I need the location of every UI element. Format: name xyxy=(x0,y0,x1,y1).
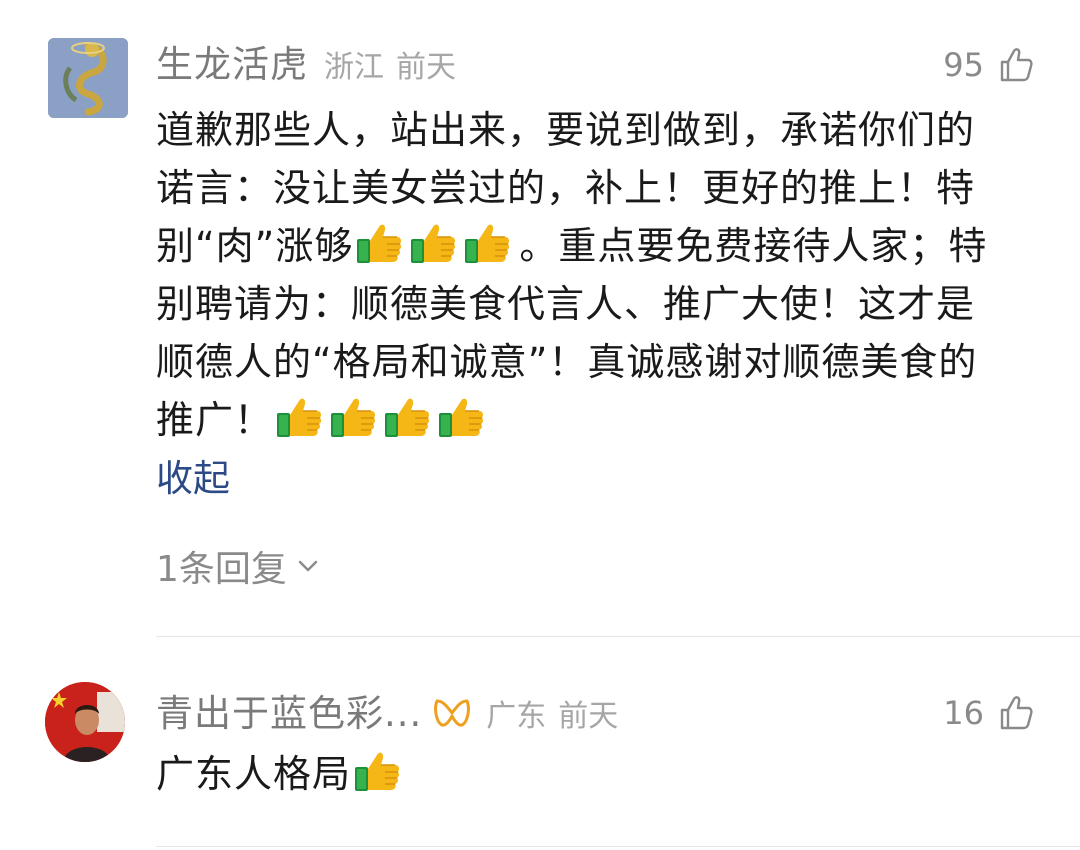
view-replies-button[interactable]: 1条回复 xyxy=(156,540,321,592)
avatar[interactable] xyxy=(45,682,125,762)
thumbs-up-emoji-icon xyxy=(437,395,485,439)
comment-line: 别“肉”涨够 。重点要免费接待人家；特 xyxy=(156,217,1036,275)
emoji-group xyxy=(353,749,407,793)
thumbs-up-emoji-icon xyxy=(275,395,323,439)
thumbs-up-outline-icon xyxy=(998,47,1034,83)
like-button[interactable]: 16 xyxy=(943,688,1034,738)
comment-header: 生龙活虎 浙江 前天 xyxy=(156,34,456,94)
divider xyxy=(156,636,1080,637)
comment-text-segment: 。重点要免费接待人家；特 xyxy=(519,224,988,268)
collapse-link[interactable]: 收起 xyxy=(156,448,230,502)
like-count: 95 xyxy=(943,46,984,84)
comment-line: 诺言：没让美女尝过的，补上！更好的推上！特 xyxy=(156,166,976,210)
like-button[interactable]: 95 xyxy=(943,40,1034,90)
thumbs-up-emoji-icon xyxy=(355,221,403,265)
comment-line: 顺德人的“格局和诚意”！真诚感谢对顺德美食的 xyxy=(156,340,978,384)
person-flag-avatar xyxy=(45,682,125,762)
like-count: 16 xyxy=(943,694,984,732)
emoji-group xyxy=(355,221,517,265)
dragon-avatar xyxy=(48,38,128,118)
thumbs-up-emoji-icon xyxy=(463,221,511,265)
timestamp: 前天 xyxy=(558,699,619,734)
reply-count-label: 1条回复 xyxy=(156,549,287,590)
timestamp: 前天 xyxy=(396,50,456,85)
thumbs-up-emoji-icon xyxy=(329,395,377,439)
comment-text-segment: 广东人格局 xyxy=(156,752,352,796)
username[interactable]: 生龙活虎 xyxy=(156,34,308,88)
location: 广东 xyxy=(486,699,547,734)
comment-body: 广东人格局 xyxy=(156,745,1036,803)
username[interactable]: 青出于蓝色彩... xyxy=(156,683,422,737)
comment-line: 广东人格局 xyxy=(156,745,1036,803)
thumbs-up-emoji-icon xyxy=(383,395,431,439)
thumbs-up-emoji-icon xyxy=(353,749,401,793)
emoji-group xyxy=(275,395,491,439)
location: 浙江 xyxy=(324,50,384,85)
comment-header: 青出于蓝色彩... 广东 前天 xyxy=(156,683,618,743)
comment-text-segment: 推广！ xyxy=(156,398,274,442)
vip-badge-icon xyxy=(434,699,471,727)
thumbs-up-emoji-icon xyxy=(409,221,457,265)
comment-line: 别聘请为：顺德美食代言人、推广大使！这才是 xyxy=(156,282,976,326)
comment-line: 道歉那些人，站出来，要说到做到，承诺你们的 xyxy=(156,108,976,152)
chevron-down-icon xyxy=(298,560,318,572)
divider xyxy=(156,846,1080,847)
thumbs-up-outline-icon xyxy=(998,695,1034,731)
comment-body: 道歉那些人，站出来，要说到做到，承诺你们的 诺言：没让美女尝过的，补上！更好的推… xyxy=(156,101,1036,449)
comment-text-segment: 别“肉”涨够 xyxy=(156,224,354,268)
avatar[interactable] xyxy=(48,38,128,118)
comment-line: 推广！ xyxy=(156,391,1036,449)
